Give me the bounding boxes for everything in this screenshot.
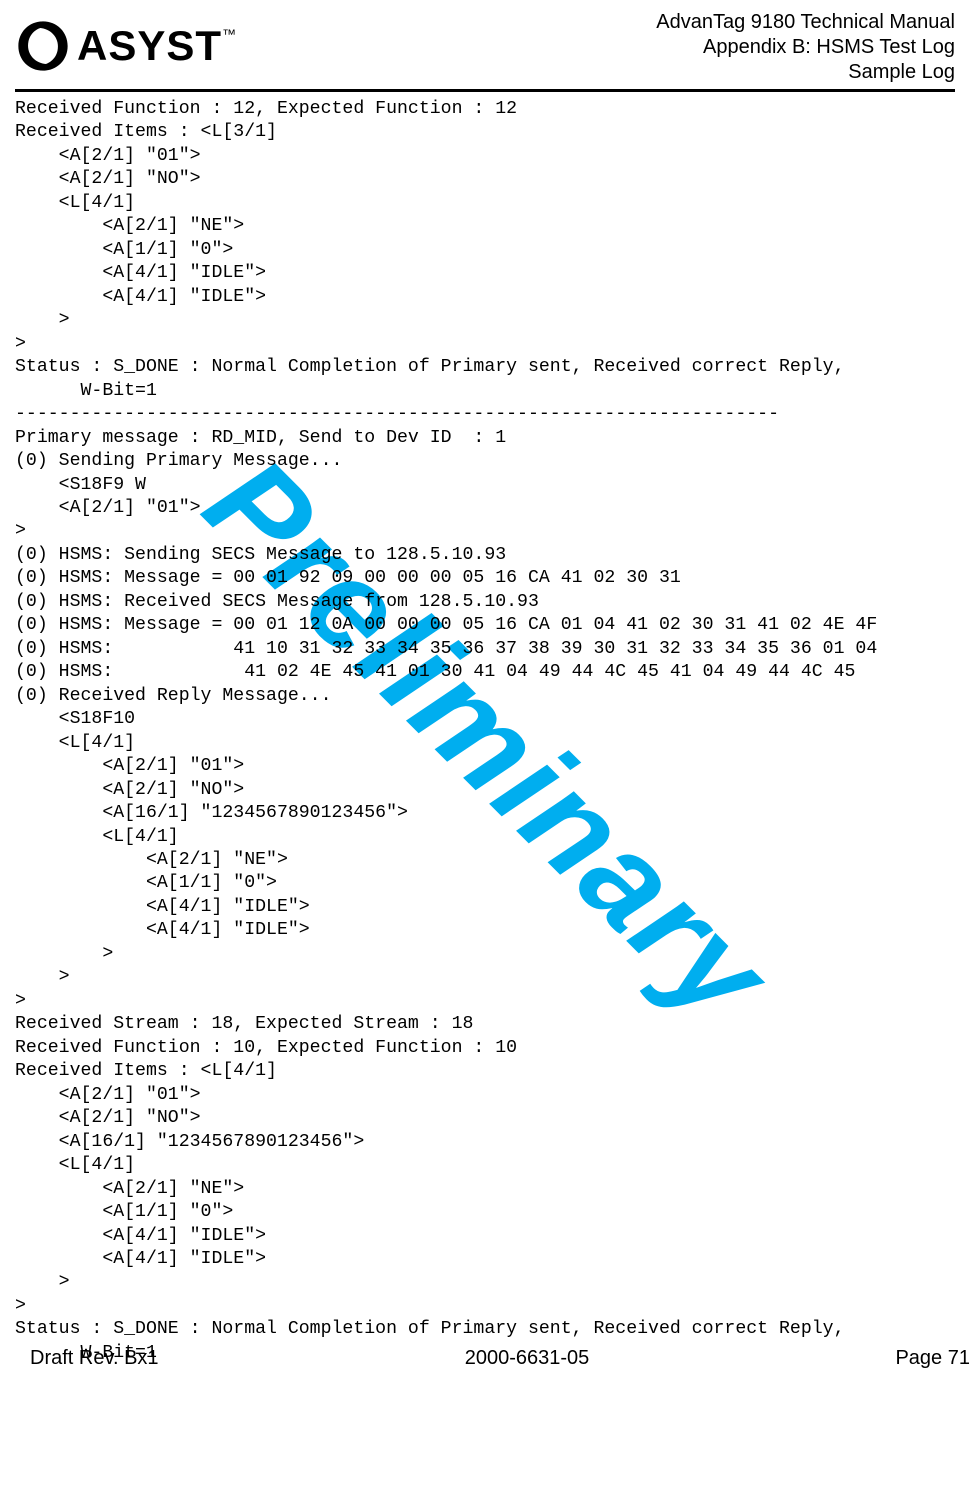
- log-body: Received Function : 12, Expected Functio…: [15, 98, 955, 1365]
- logo-swirl-icon: [15, 18, 71, 74]
- trademark-icon: ™: [222, 26, 237, 42]
- page-header: ASYST™ AdvanTag 9180 Technical Manual Ap…: [15, 10, 955, 92]
- footer-doc-number: 2000-6631-05: [465, 1347, 590, 1370]
- doc-subtitle-2: Sample Log: [656, 60, 955, 85]
- document-page: Preliminary ASYST™ AdvanTag 9180 Technic…: [0, 0, 975, 1507]
- doc-subtitle-1: Appendix B: HSMS Test Log: [656, 35, 955, 60]
- company-logo: ASYST™: [15, 10, 237, 74]
- logo-text: ASYST™: [77, 25, 237, 67]
- logo-name: ASYST: [77, 22, 222, 69]
- doc-title: AdvanTag 9180 Technical Manual: [656, 10, 955, 35]
- header-titles: AdvanTag 9180 Technical Manual Appendix …: [656, 10, 955, 85]
- page-footer: Draft Rev. Bx1 2000-6631-05 Page 71: [30, 1347, 970, 1370]
- footer-revision: Draft Rev. Bx1: [30, 1347, 159, 1370]
- footer-page-number: Page 71: [895, 1347, 970, 1370]
